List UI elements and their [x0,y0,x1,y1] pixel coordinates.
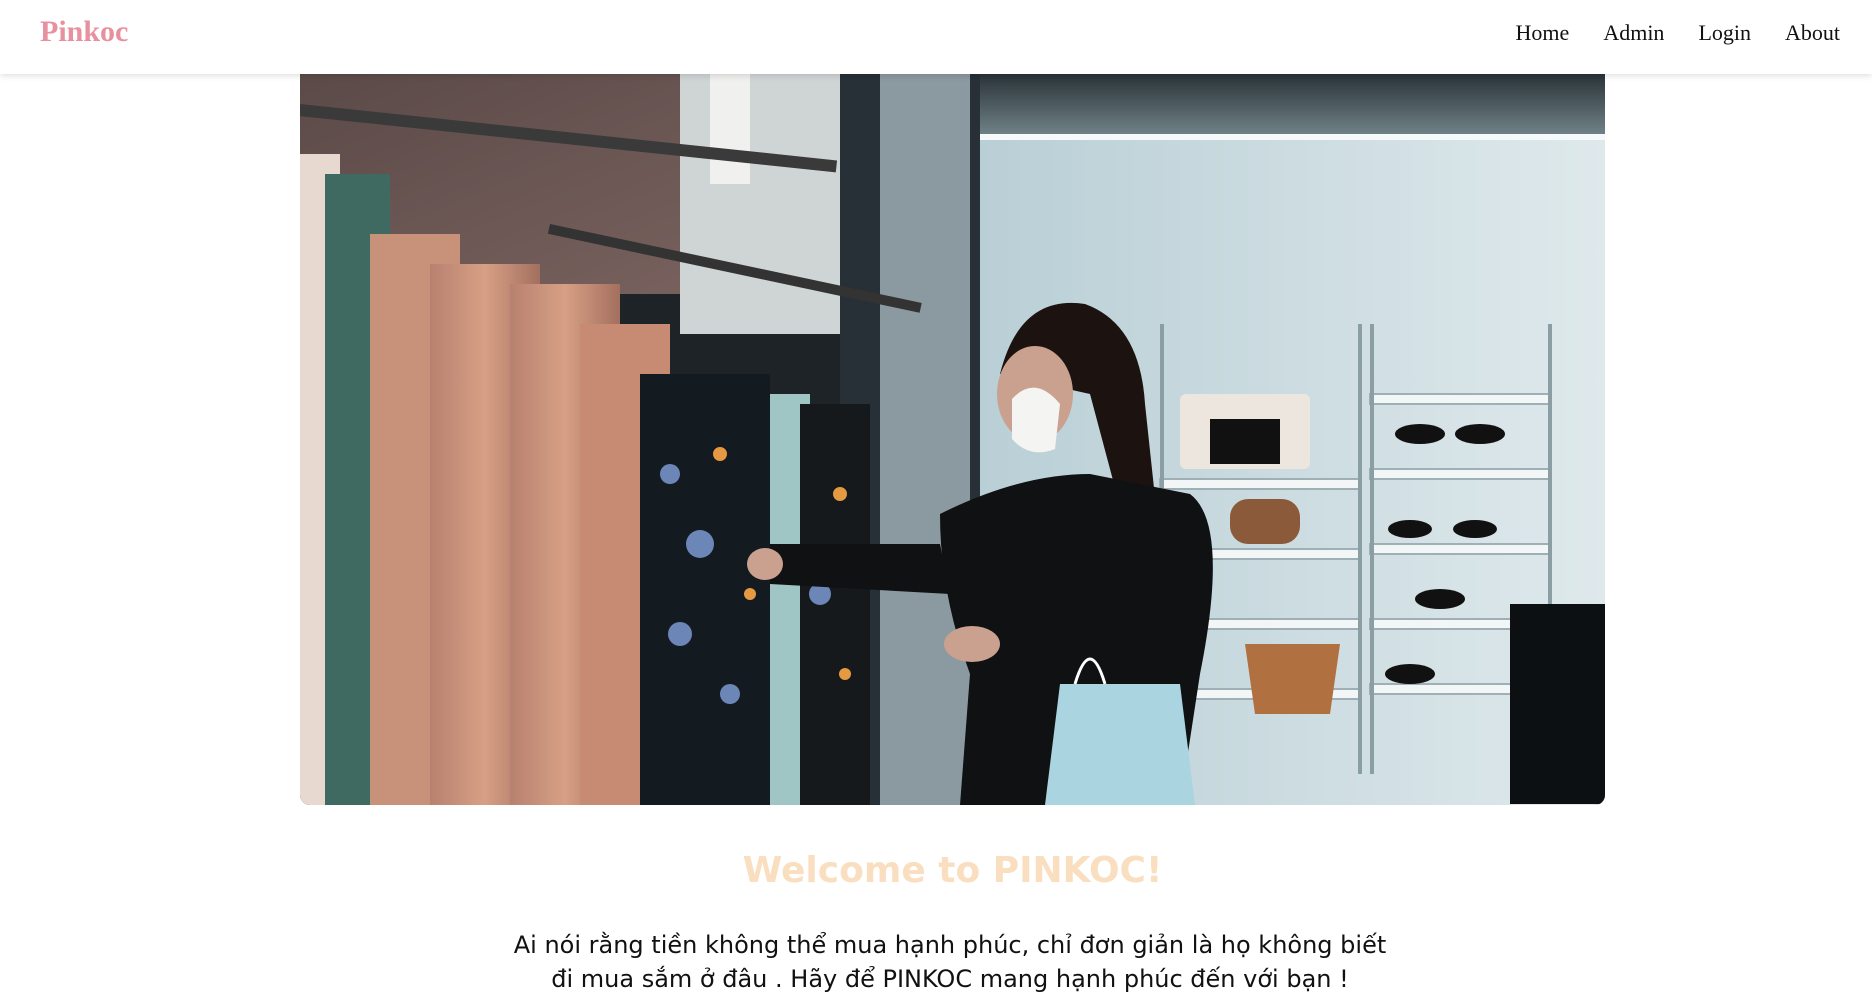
welcome-heading: Welcome to PINKOC! [742,850,1163,891]
nav-link-home[interactable]: Home [1514,20,1572,46]
hero-image [300,74,1605,805]
hero-photo-illustration [300,74,1605,805]
nav-links: Home Admin Login About [1514,20,1842,46]
nav-link-admin[interactable]: Admin [1601,20,1666,46]
nav-link-about[interactable]: About [1783,20,1842,46]
tagline-text: Ai nói rằng tiền không thể mua hạnh phúc… [513,931,1387,993]
nav-link-login[interactable]: Login [1696,20,1753,46]
brand-logo-link[interactable]: Pinkoc [40,15,128,49]
top-navbar: Pinkoc Home Admin Login About [0,0,1872,74]
